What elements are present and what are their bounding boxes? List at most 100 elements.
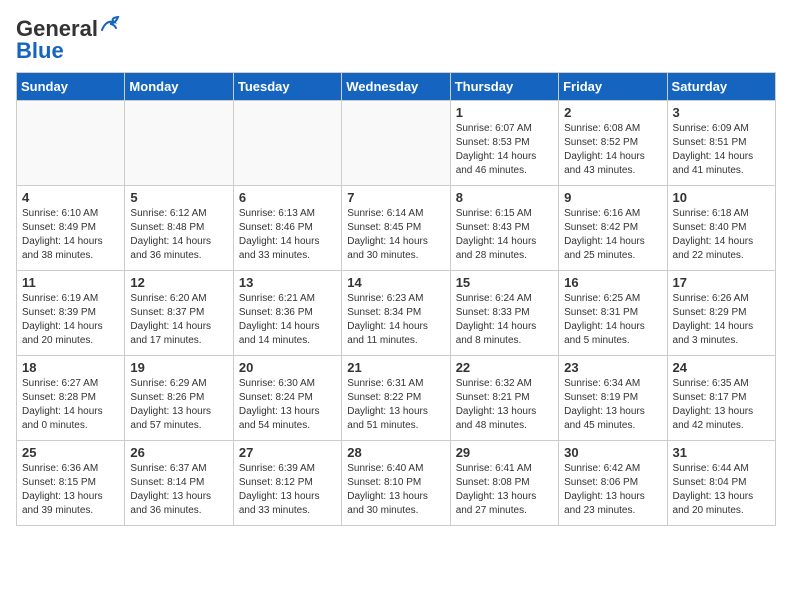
calendar-cell: 30 Sunrise: 6:42 AM Sunset: 8:06 PM Dayli… (559, 441, 667, 526)
day-info: Sunrise: 6:36 AM Sunset: 8:15 PM Dayligh… (22, 462, 119, 518)
day-info: Sunrise: 6:41 AM Sunset: 8:08 PM Dayligh… (456, 462, 553, 518)
day-number: 24 (673, 360, 770, 375)
calendar-cell: 24 Sunrise: 6:35 AM Sunset: 8:17 PM Dayli… (667, 356, 775, 441)
calendar-week-4: 18 Sunrise: 6:27 AM Sunset: 8:28 PM Dayli… (17, 356, 776, 441)
day-number: 8 (456, 190, 553, 205)
day-number: 20 (239, 360, 336, 375)
day-info: Sunrise: 6:15 AM Sunset: 8:43 PM Dayligh… (456, 207, 553, 263)
day-number: 17 (673, 275, 770, 290)
day-info: Sunrise: 6:18 AM Sunset: 8:40 PM Dayligh… (673, 207, 770, 263)
logo-blue: Blue (16, 38, 64, 64)
calendar-cell: 13 Sunrise: 6:21 AM Sunset: 8:36 PM Dayli… (233, 271, 341, 356)
calendar-cell: 22 Sunrise: 6:32 AM Sunset: 8:21 PM Dayli… (450, 356, 558, 441)
calendar-cell (342, 101, 450, 186)
day-info: Sunrise: 6:10 AM Sunset: 8:49 PM Dayligh… (22, 207, 119, 263)
day-number: 25 (22, 445, 119, 460)
day-number: 28 (347, 445, 444, 460)
col-header-monday: Monday (125, 73, 233, 101)
calendar-cell: 11 Sunrise: 6:19 AM Sunset: 8:39 PM Dayli… (17, 271, 125, 356)
calendar-week-5: 25 Sunrise: 6:36 AM Sunset: 8:15 PM Dayli… (17, 441, 776, 526)
calendar-cell: 2 Sunrise: 6:08 AM Sunset: 8:52 PM Daylig… (559, 101, 667, 186)
calendar-cell: 10 Sunrise: 6:18 AM Sunset: 8:40 PM Dayli… (667, 186, 775, 271)
day-number: 22 (456, 360, 553, 375)
calendar-cell: 12Sunrise: 6:20 AM Sunset: 8:37 PM Dayli… (125, 271, 233, 356)
header: General Blue (16, 16, 776, 64)
calendar-cell: 9Sunrise: 6:16 AM Sunset: 8:42 PM Daylig… (559, 186, 667, 271)
day-info: Sunrise: 6:34 AM Sunset: 8:19 PM Dayligh… (564, 377, 661, 433)
calendar-week-3: 11 Sunrise: 6:19 AM Sunset: 8:39 PM Dayli… (17, 271, 776, 356)
day-number: 4 (22, 190, 119, 205)
day-info: Sunrise: 6:26 AM Sunset: 8:29 PM Dayligh… (673, 292, 770, 348)
day-info: Sunrise: 6:19 AM Sunset: 8:39 PM Dayligh… (22, 292, 119, 348)
day-info: Sunrise: 6:08 AM Sunset: 8:52 PM Dayligh… (564, 122, 661, 178)
day-info: Sunrise: 6:44 AM Sunset: 8:04 PM Dayligh… (673, 462, 770, 518)
day-number: 13 (239, 275, 336, 290)
calendar-cell (233, 101, 341, 186)
logo-bird-icon (100, 16, 122, 34)
col-header-sunday: Sunday (17, 73, 125, 101)
calendar-cell: 23 Sunrise: 6:34 AM Sunset: 8:19 PM Dayli… (559, 356, 667, 441)
day-info: Sunrise: 6:14 AM Sunset: 8:45 PM Dayligh… (347, 207, 444, 263)
calendar-cell: 28 Sunrise: 6:40 AM Sunset: 8:10 PM Dayli… (342, 441, 450, 526)
calendar-cell: 27 Sunrise: 6:39 AM Sunset: 8:12 PM Dayli… (233, 441, 341, 526)
calendar-cell: 29 Sunrise: 6:41 AM Sunset: 8:08 PM Dayli… (450, 441, 558, 526)
day-info: Sunrise: 6:27 AM Sunset: 8:28 PM Dayligh… (22, 377, 119, 433)
calendar-cell: 20 Sunrise: 6:30 AM Sunset: 8:24 PM Dayli… (233, 356, 341, 441)
day-info: Sunrise: 6:31 AM Sunset: 8:22 PM Dayligh… (347, 377, 444, 433)
calendar-cell: 7 Sunrise: 6:14 AM Sunset: 8:45 PM Daylig… (342, 186, 450, 271)
day-info: Sunrise: 6:32 AM Sunset: 8:21 PM Dayligh… (456, 377, 553, 433)
day-number: 6 (239, 190, 336, 205)
day-info: Sunrise: 6:13 AM Sunset: 8:46 PM Dayligh… (239, 207, 336, 263)
day-info: Sunrise: 6:30 AM Sunset: 8:24 PM Dayligh… (239, 377, 336, 433)
calendar-cell: 21 Sunrise: 6:31 AM Sunset: 8:22 PM Dayli… (342, 356, 450, 441)
col-header-thursday: Thursday (450, 73, 558, 101)
day-info: Sunrise: 6:12 AM Sunset: 8:48 PM Dayligh… (130, 207, 227, 263)
day-info: Sunrise: 6:40 AM Sunset: 8:10 PM Dayligh… (347, 462, 444, 518)
day-number: 10 (673, 190, 770, 205)
day-number: 18 (22, 360, 119, 375)
day-number: 2 (564, 105, 661, 120)
calendar-cell: 5 Sunrise: 6:12 AM Sunset: 8:48 PM Daylig… (125, 186, 233, 271)
calendar-week-2: 4 Sunrise: 6:10 AM Sunset: 8:49 PM Daylig… (17, 186, 776, 271)
logo: General Blue (16, 16, 122, 64)
calendar-cell: 6 Sunrise: 6:13 AM Sunset: 8:46 PM Daylig… (233, 186, 341, 271)
day-info: Sunrise: 6:09 AM Sunset: 8:51 PM Dayligh… (673, 122, 770, 178)
calendar-cell: 19 Sunrise: 6:29 AM Sunset: 8:26 PM Dayli… (125, 356, 233, 441)
day-number: 30 (564, 445, 661, 460)
calendar-table: SundayMondayTuesdayWednesdayThursdayFrid… (16, 72, 776, 526)
day-number: 3 (673, 105, 770, 120)
day-number: 7 (347, 190, 444, 205)
calendar-cell: 25 Sunrise: 6:36 AM Sunset: 8:15 PM Dayli… (17, 441, 125, 526)
calendar-cell: 15 Sunrise: 6:24 AM Sunset: 8:33 PM Dayli… (450, 271, 558, 356)
day-number: 21 (347, 360, 444, 375)
day-info: Sunrise: 6:42 AM Sunset: 8:06 PM Dayligh… (564, 462, 661, 518)
col-header-saturday: Saturday (667, 73, 775, 101)
calendar-cell: 14Sunrise: 6:23 AM Sunset: 8:34 PM Dayli… (342, 271, 450, 356)
day-number: 19 (130, 360, 227, 375)
day-number: 15 (456, 275, 553, 290)
calendar-cell: 26Sunrise: 6:37 AM Sunset: 8:14 PM Dayli… (125, 441, 233, 526)
col-header-tuesday: Tuesday (233, 73, 341, 101)
calendar-cell (125, 101, 233, 186)
day-info: Sunrise: 6:24 AM Sunset: 8:33 PM Dayligh… (456, 292, 553, 348)
day-number: 11 (22, 275, 119, 290)
calendar-cell (17, 101, 125, 186)
day-number: 1 (456, 105, 553, 120)
calendar-cell: 3 Sunrise: 6:09 AM Sunset: 8:51 PM Daylig… (667, 101, 775, 186)
day-info: Sunrise: 6:23 AM Sunset: 8:34 PM Dayligh… (347, 292, 444, 348)
calendar-cell: 17 Sunrise: 6:26 AM Sunset: 8:29 PM Dayli… (667, 271, 775, 356)
day-number: 31 (673, 445, 770, 460)
day-number: 29 (456, 445, 553, 460)
day-info: Sunrise: 6:29 AM Sunset: 8:26 PM Dayligh… (130, 377, 227, 433)
day-number: 26 (130, 445, 227, 460)
day-number: 23 (564, 360, 661, 375)
day-info: Sunrise: 6:21 AM Sunset: 8:36 PM Dayligh… (239, 292, 336, 348)
day-number: 5 (130, 190, 227, 205)
day-number: 27 (239, 445, 336, 460)
day-info: Sunrise: 6:39 AM Sunset: 8:12 PM Dayligh… (239, 462, 336, 518)
calendar-cell: 1Sunrise: 6:07 AM Sunset: 8:53 PM Daylig… (450, 101, 558, 186)
calendar-cell: 31 Sunrise: 6:44 AM Sunset: 8:04 PM Dayli… (667, 441, 775, 526)
calendar-cell: 16Sunrise: 6:25 AM Sunset: 8:31 PM Dayli… (559, 271, 667, 356)
day-info: Sunrise: 6:35 AM Sunset: 8:17 PM Dayligh… (673, 377, 770, 433)
day-info: Sunrise: 6:20 AM Sunset: 8:37 PM Dayligh… (130, 292, 227, 348)
